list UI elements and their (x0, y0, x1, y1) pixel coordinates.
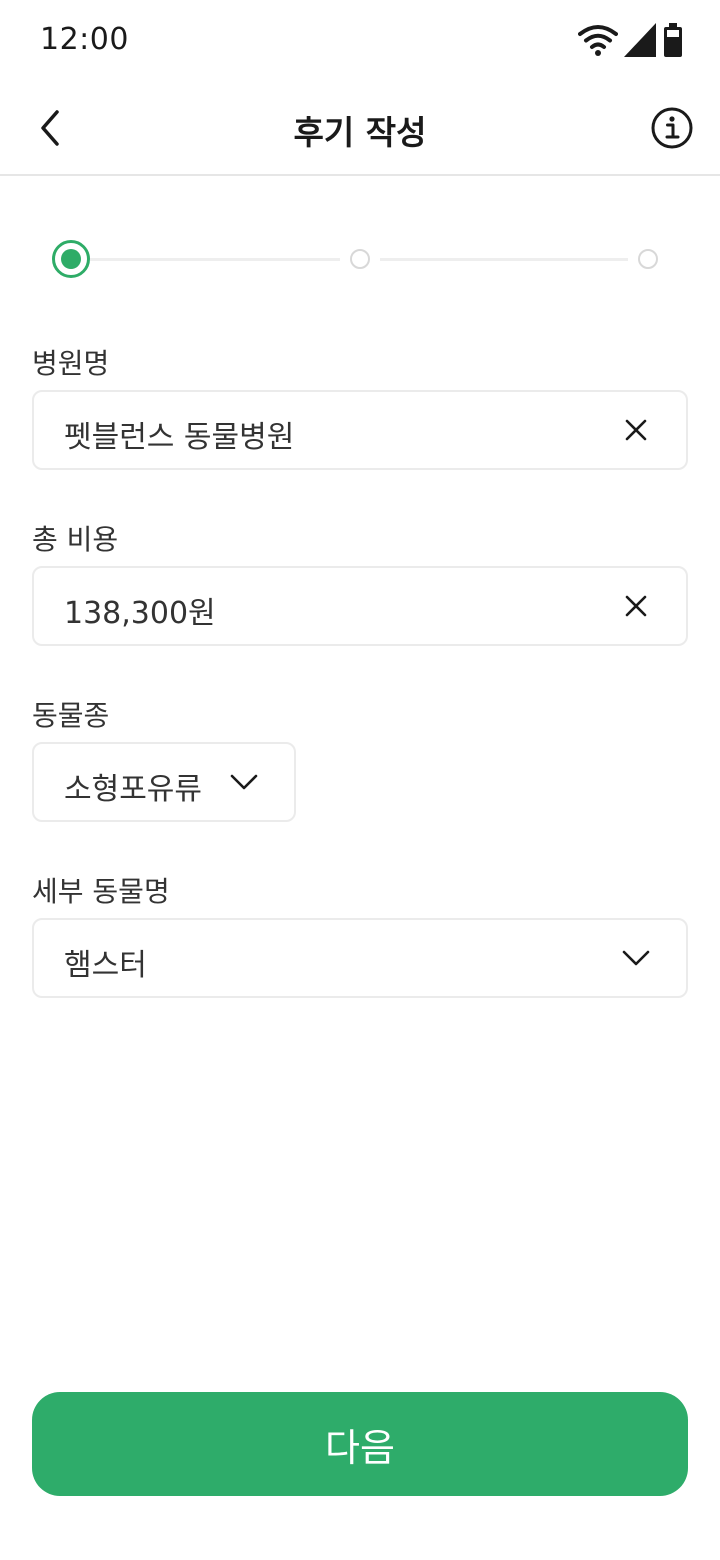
progress-stepper (52, 240, 672, 280)
step-2 (350, 249, 370, 269)
hospital-input[interactable]: 펫블런스 동물병원 (32, 390, 688, 470)
status-icons (578, 22, 682, 58)
animal-detail-label: 세부 동물명 (32, 875, 170, 908)
close-icon (625, 595, 647, 617)
step-1-active (52, 240, 90, 278)
animal-detail-select[interactable]: 햄스터 (32, 918, 688, 998)
page-title: 후기 작성 (293, 113, 427, 152)
next-button-label: 다음 (325, 1425, 395, 1470)
species-select[interactable]: 소형포유류 (32, 742, 296, 822)
total-cost-value: 138,300원 (64, 596, 216, 631)
next-button[interactable]: 다음 (32, 1392, 688, 1496)
battery-icon (664, 23, 682, 57)
species-dropdown-toggle[interactable] (224, 762, 264, 802)
animal-detail-dropdown-toggle[interactable] (616, 938, 656, 978)
hospital-value: 펫블런스 동물병원 (64, 420, 295, 455)
total-cost-label: 총 비용 (32, 523, 119, 556)
chevron-down-icon (230, 774, 258, 790)
step-3 (638, 249, 658, 269)
info-button[interactable] (650, 106, 694, 150)
step-connector (380, 258, 628, 261)
wifi-icon (578, 25, 618, 56)
total-cost-clear-button[interactable] (616, 586, 656, 626)
chevron-down-icon (622, 950, 650, 966)
species-label: 동물종 (32, 699, 110, 732)
species-value: 소형포유류 (64, 772, 202, 807)
hospital-clear-button[interactable] (616, 410, 656, 450)
hospital-label: 병원명 (32, 347, 110, 380)
info-icon (651, 107, 693, 149)
step-connector (90, 258, 340, 261)
total-cost-input[interactable]: 138,300원 (32, 566, 688, 646)
close-icon (625, 419, 647, 441)
status-time: 12:00 (40, 22, 129, 57)
animal-detail-value: 햄스터 (64, 948, 147, 983)
app-header: 후기 작성 (0, 80, 720, 176)
signal-icon (624, 23, 656, 57)
status-bar: 12:00 (0, 0, 720, 80)
